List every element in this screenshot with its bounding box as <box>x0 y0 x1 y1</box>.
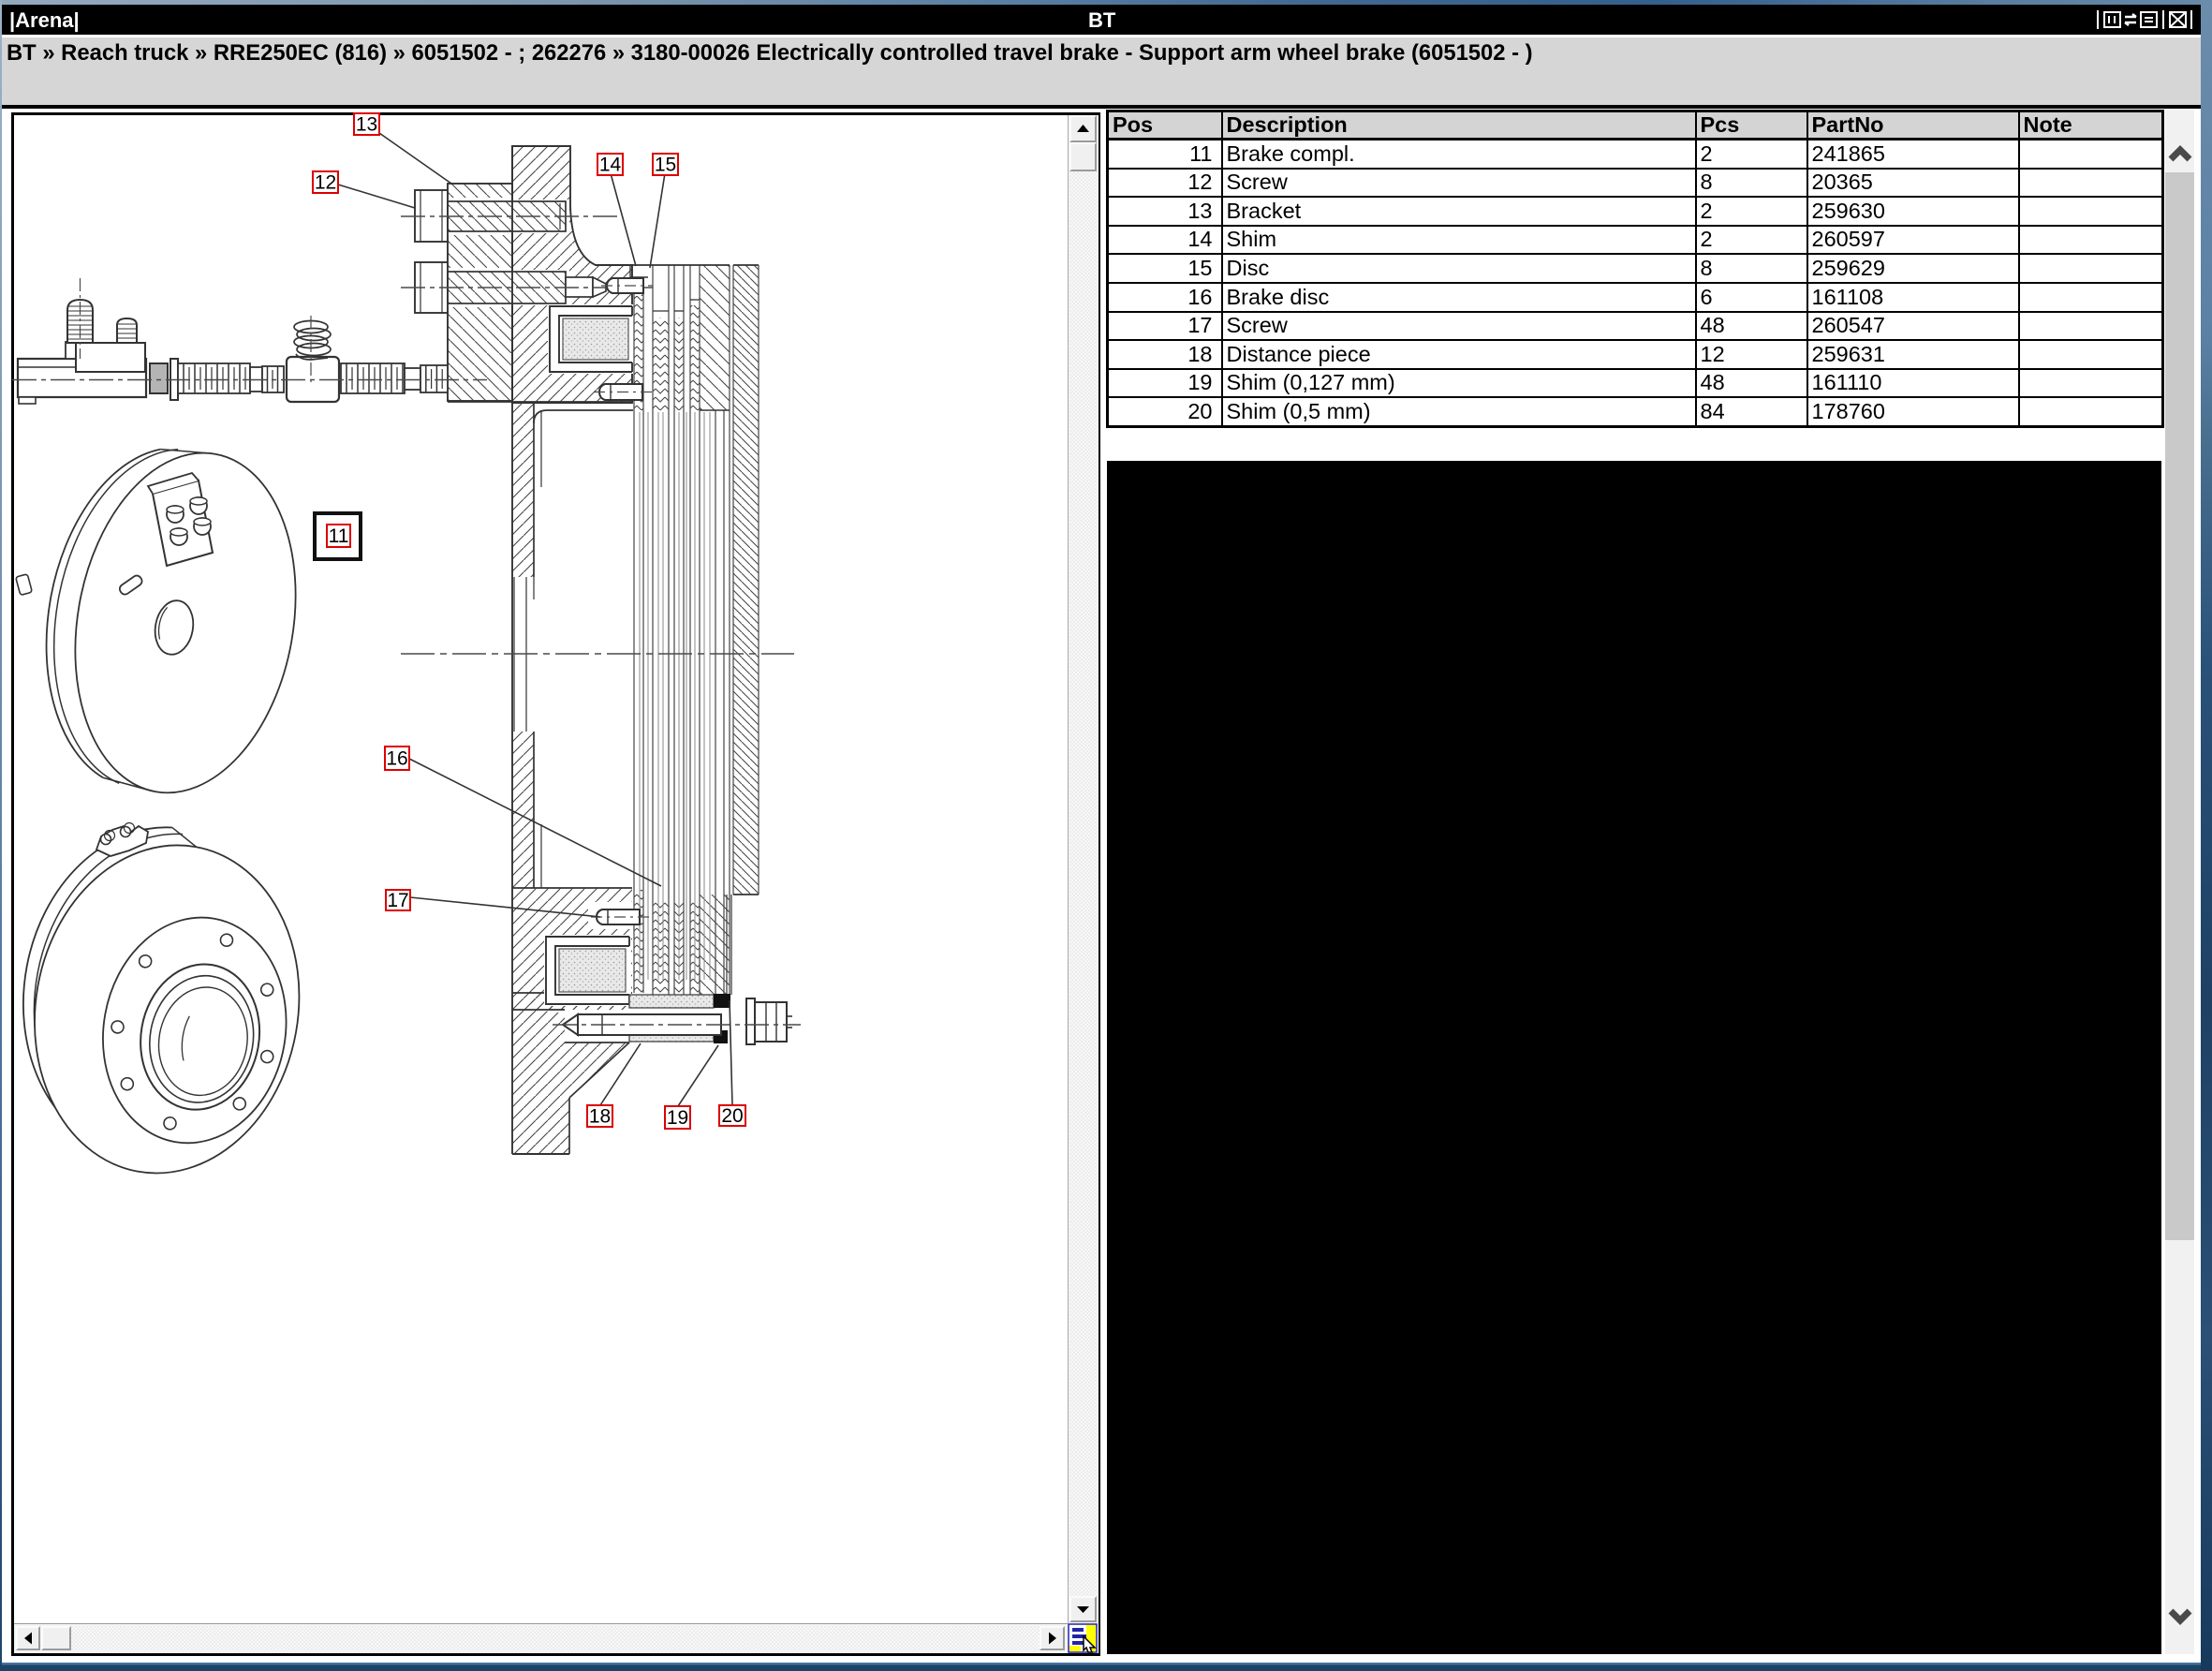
svg-text:18: 18 <box>589 1106 611 1128</box>
svg-text:20: 20 <box>721 1105 743 1127</box>
svg-text:17: 17 <box>387 890 408 911</box>
svg-text:15: 15 <box>655 155 676 176</box>
svg-text:13: 13 <box>356 114 377 136</box>
svg-text:11: 11 <box>329 525 349 547</box>
svg-text:14: 14 <box>599 155 622 176</box>
svg-text:19: 19 <box>667 1107 688 1129</box>
svg-text:12: 12 <box>315 172 336 194</box>
svg-text:16: 16 <box>386 748 407 770</box>
